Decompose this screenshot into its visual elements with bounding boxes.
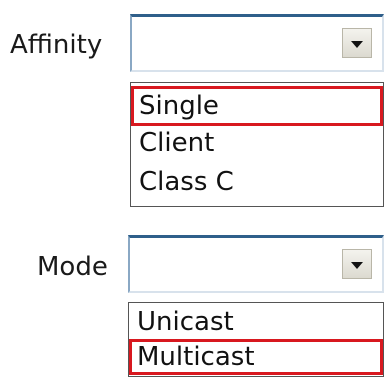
- chevron-down-icon: [351, 40, 363, 48]
- affinity-option-class-c[interactable]: Class C: [131, 167, 383, 197]
- mode-options-list: Unicast Multicast: [128, 302, 384, 377]
- mode-label: Mode: [37, 252, 108, 282]
- affinity-label: Affinity: [10, 30, 103, 60]
- settings-panel: Affinity Single Client Class C Mode Unic…: [0, 0, 387, 380]
- affinity-dropdown-button[interactable]: [342, 28, 372, 58]
- affinity-options-list: Single Client Class C: [130, 82, 384, 207]
- affinity-option-single[interactable]: Single: [131, 86, 383, 126]
- mode-dropdown-button[interactable]: [342, 249, 372, 279]
- affinity-option-client[interactable]: Client: [131, 128, 383, 158]
- mode-option-multicast[interactable]: Multicast: [129, 339, 383, 375]
- mode-option-unicast[interactable]: Unicast: [129, 307, 383, 337]
- affinity-dropdown[interactable]: [130, 14, 384, 72]
- mode-dropdown[interactable]: [128, 235, 384, 293]
- chevron-down-icon: [351, 261, 363, 269]
